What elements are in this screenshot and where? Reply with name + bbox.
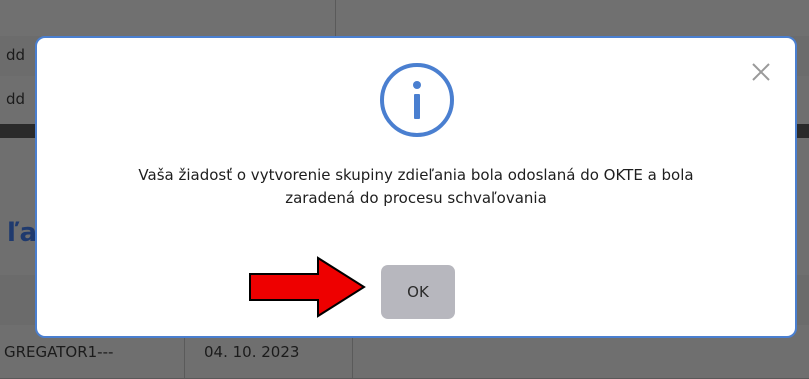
background-row-text: dd: [6, 46, 26, 64]
dialog-message-line: zaradená do procesu schvaľovania: [285, 189, 547, 207]
background-cell-name: GREGATOR1---: [4, 343, 114, 361]
ok-button[interactable]: OK: [381, 265, 455, 319]
background-cell-date: 04. 10. 2023: [204, 343, 300, 361]
background-row: [0, 0, 809, 37]
background-divider: [335, 0, 336, 36]
close-icon[interactable]: [749, 60, 773, 84]
background-row-text: dd: [6, 90, 26, 108]
info-dialog: Vaša žiadosť o vytvorenie skupiny zdieľa…: [35, 36, 797, 338]
info-icon: [380, 63, 454, 137]
red-arrow-right-icon: [249, 256, 366, 318]
dialog-message-line: Vaša žiadosť o vytvorenie skupiny zdieľa…: [138, 166, 694, 184]
dialog-message: Vaša žiadosť o vytvorenie skupiny zdieľa…: [37, 164, 795, 210]
background-heading: ľa: [7, 218, 38, 248]
